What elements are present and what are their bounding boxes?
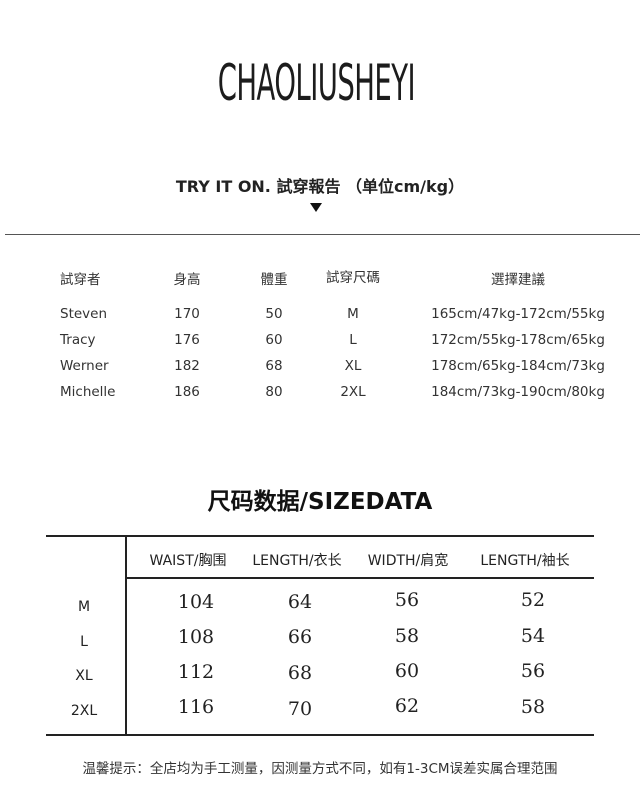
size-suggestion: 165cm/47kg-172cm/55kg xyxy=(431,306,605,322)
header-waist: WAIST/胸围 xyxy=(149,553,227,569)
waist-value: 116 xyxy=(177,696,215,718)
size-label: 2XL xyxy=(70,703,98,719)
header-sleeve: LENGTH/袖长 xyxy=(480,553,570,569)
tester-height: 176 xyxy=(174,332,200,348)
length-value: 64 xyxy=(287,591,313,613)
tester-size: 2XL xyxy=(340,384,366,400)
length-value: 68 xyxy=(287,662,313,684)
tester-name: Werner xyxy=(60,358,109,374)
tester-name: Michelle xyxy=(60,384,116,400)
tester-weight: 60 xyxy=(265,332,283,348)
width-value: 58 xyxy=(394,625,420,647)
length-value: 70 xyxy=(287,698,313,720)
size-suggestion: 178cm/65kg-184cm/73kg xyxy=(431,358,605,374)
table-row: Werner 182 68 XL 178cm/65kg-184cm/73kg xyxy=(0,358,640,378)
size-label: M xyxy=(77,599,91,615)
try-on-title: TRY IT ON. 試穿報告 （单位cm/kg） xyxy=(175,177,465,196)
width-value: 60 xyxy=(394,660,420,682)
tester-weight: 68 xyxy=(265,358,283,374)
table-row: Tracy 176 60 L 172cm/55kg-178cm/65kg xyxy=(0,332,640,352)
table-column-divider xyxy=(125,535,127,735)
table-top-border xyxy=(46,535,594,537)
header-size: 試穿尺碼 xyxy=(326,270,380,286)
brand-title: CHAOLIUSHEYI xyxy=(217,54,416,112)
header-weight: 體重 xyxy=(260,272,288,288)
tester-size: M xyxy=(347,306,359,322)
table-row: Steven 170 50 M 165cm/47kg-172cm/55kg xyxy=(0,306,640,326)
sleeve-value: 54 xyxy=(520,625,546,647)
waist-value: 104 xyxy=(177,591,215,613)
tester-name: Tracy xyxy=(60,332,96,348)
try-on-header-row: 試穿者 身高 體重 試穿尺碼 選擇建議 xyxy=(0,268,640,288)
size-suggestion: 184cm/73kg-190cm/80kg xyxy=(431,384,605,400)
tester-height: 170 xyxy=(174,306,200,322)
sleeve-value: 52 xyxy=(520,589,546,611)
tester-height: 186 xyxy=(174,384,200,400)
tester-size: XL xyxy=(344,358,362,374)
width-value: 62 xyxy=(394,695,420,717)
header-width: WIDTH/肩宽 xyxy=(367,553,449,569)
table-header-border xyxy=(126,577,594,579)
table-row: Michelle 186 80 2XL 184cm/73kg-190cm/80k… xyxy=(0,384,640,404)
sleeve-value: 58 xyxy=(520,696,546,718)
tester-name: Steven xyxy=(60,306,108,322)
size-data-title: 尺码数据/SIZEDATA xyxy=(207,489,433,515)
size-label: L xyxy=(80,634,88,650)
size-label: XL xyxy=(75,668,93,684)
header-suggestion: 選擇建議 xyxy=(491,272,545,288)
sleeve-value: 56 xyxy=(520,660,546,682)
header-height: 身高 xyxy=(173,272,201,288)
width-value: 56 xyxy=(394,589,420,611)
header-tester: 試穿者 xyxy=(60,272,101,288)
tester-weight: 50 xyxy=(265,306,283,322)
section-divider xyxy=(5,234,640,235)
tester-size: L xyxy=(349,332,357,348)
waist-value: 112 xyxy=(177,661,215,683)
tester-height: 182 xyxy=(174,358,200,374)
measurement-notice: 温馨提示：全店均为手工测量，因测量方式不同，如有1-3CM误差实属合理范围 xyxy=(82,761,558,777)
tester-weight: 80 xyxy=(265,384,283,400)
waist-value: 108 xyxy=(177,626,215,648)
length-value: 66 xyxy=(287,626,313,648)
down-arrow-icon xyxy=(310,203,322,212)
table-bottom-border xyxy=(46,734,594,736)
header-length: LENGTH/衣长 xyxy=(252,553,342,569)
size-suggestion: 172cm/55kg-178cm/65kg xyxy=(431,332,605,348)
